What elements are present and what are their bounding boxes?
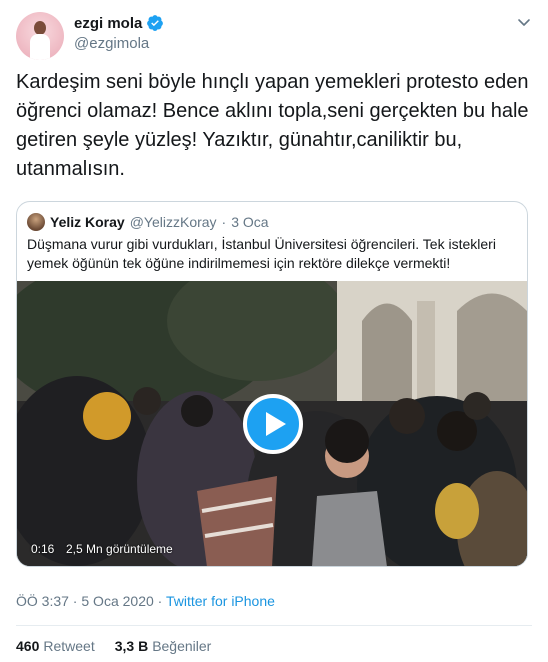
- meta-separator: ·: [153, 593, 166, 609]
- video-duration: 0:16: [31, 542, 55, 556]
- likes-stat[interactable]: 3,3 B Beğeniler: [115, 638, 212, 654]
- quoted-handle: @YelizzKoray: [129, 214, 217, 230]
- quoted-tweet[interactable]: Yeliz Koray @YelizzKoray · 3 Oca Düşmana…: [16, 201, 528, 567]
- quoted-avatar: [27, 213, 45, 231]
- retweets-label: Retweet: [43, 638, 95, 654]
- likes-count: 3,3 B: [114, 638, 149, 654]
- quoted-display-name: Yeliz Koray: [50, 214, 125, 230]
- play-icon[interactable]: [243, 394, 303, 454]
- video-player[interactable]: 0:16 2,5 Mn görüntüleme: [17, 281, 527, 566]
- verified-badge-icon: [147, 15, 164, 31]
- quoted-tweet-header: Yeliz Koray @YelizzKoray · 3 Oca: [27, 213, 269, 231]
- tweet-source-link[interactable]: Twitter for iPhone: [166, 593, 275, 609]
- likes-label: Beğeniler: [152, 638, 212, 654]
- quoted-tweet-text: Düşmana vurur gibi vurdukları, İstanbul …: [27, 236, 496, 271]
- tweet-text: Kardeşim seni böyle hınçlı yapan yemekle…: [16, 71, 529, 180]
- tweet-date[interactable]: 5 Oca 2020: [81, 593, 153, 609]
- author-name-row[interactable]: ezgi mola: [74, 14, 164, 32]
- tweet-stats: 460 Retweet 3,3 B Beğeniler: [16, 638, 211, 654]
- author-handle[interactable]: @ezgimola: [74, 35, 149, 52]
- avatar[interactable]: [16, 12, 64, 60]
- tweet-meta: ÖÖ 3:37 · 5 Oca 2020 · Twitter for iPhon…: [16, 593, 275, 609]
- divider: [16, 625, 532, 626]
- quoted-date: 3 Oca: [231, 214, 269, 230]
- tweet-card: ezgi mola @ezgimola Kardeşim seni böyle …: [0, 0, 548, 662]
- tweet-time[interactable]: ÖÖ 3:37: [16, 593, 69, 609]
- author-display-name[interactable]: ezgi mola: [74, 15, 142, 32]
- chevron-down-icon[interactable]: [516, 14, 532, 30]
- retweets-stat[interactable]: 460 Retweet: [16, 638, 95, 654]
- video-view-count: 2,5 Mn görüntüleme: [66, 542, 173, 556]
- quoted-separator: ·: [221, 214, 227, 230]
- meta-separator: ·: [68, 593, 82, 609]
- retweets-count: 460: [16, 638, 40, 654]
